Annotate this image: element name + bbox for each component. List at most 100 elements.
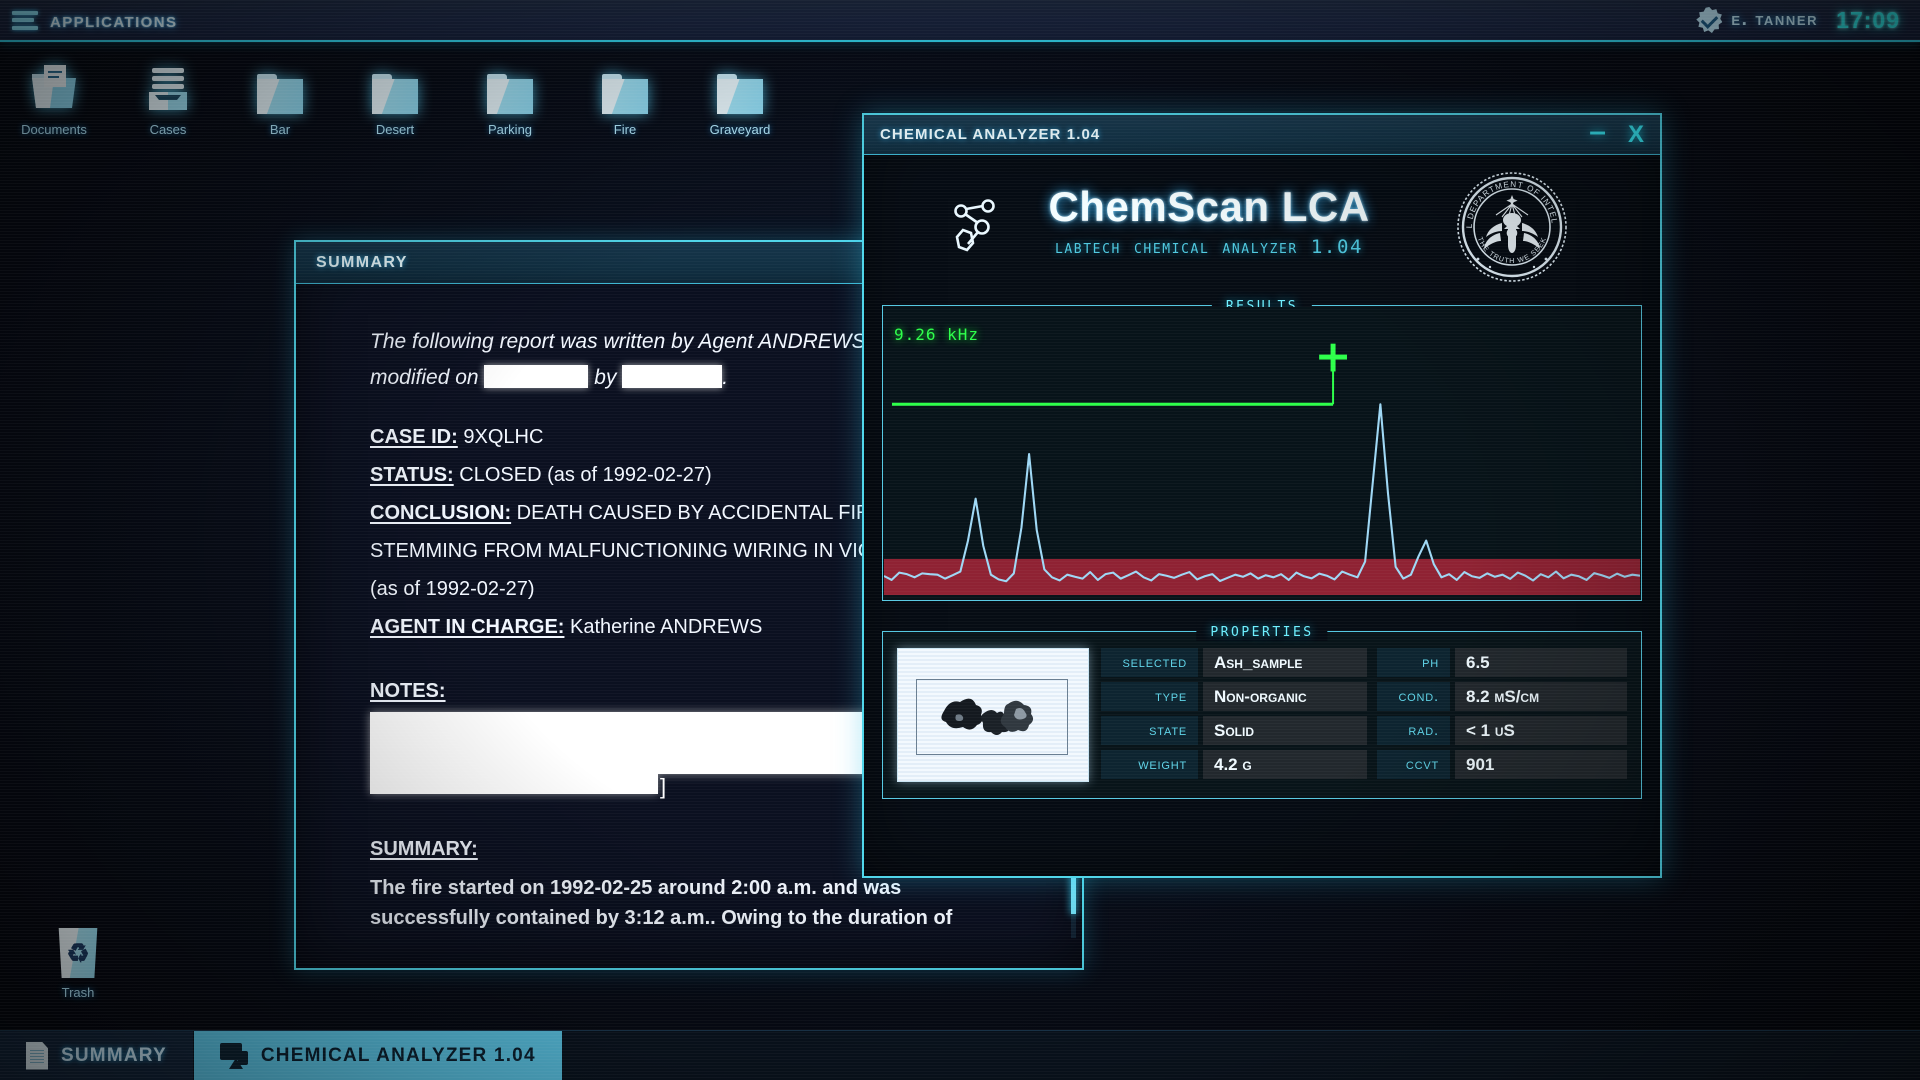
property-row-cond: COND. 8.2 mS/cm [1377, 682, 1627, 711]
field-value: DEATH CAUSED BY ACCIDENTAL FIR [516, 502, 871, 524]
field-label: AGENT IN CHARGE: [370, 616, 565, 638]
desktop-icon-label: Trash [61, 985, 95, 1000]
properties-inner: SELECTED Ash_sample TYPE Non-organic STA… [883, 632, 1641, 798]
property-key: RAD. [1377, 716, 1450, 745]
chem-window-title: CHEMICAL ANALYZER 1.04 [880, 126, 1101, 143]
verified-badge-icon [1696, 7, 1723, 33]
redacted-notes-1 [370, 712, 890, 774]
notes-bracket: ] [660, 774, 667, 799]
field-value: 9XQLHC [463, 426, 544, 448]
chemical-analyzer-window[interactable]: CHEMICAL ANALYZER 1.04 – X ChemScan LCA … [862, 113, 1662, 878]
report-intro-period: . [722, 366, 729, 389]
property-key: PH [1377, 648, 1450, 677]
chem-brand-title: ChemScan LCA [1048, 183, 1370, 230]
property-key: CCVT [1377, 750, 1450, 779]
results-panel: Results 9.26 kHz [882, 293, 1642, 601]
summary-window-title: SUMMARY [316, 253, 408, 271]
desktop-icon-label: Bar [269, 122, 291, 137]
taskbar-item-chemical-analyzer[interactable]: CHEMICAL ANALYZER 1.04 [193, 1031, 563, 1080]
property-value: 8.2 mS/cm [1455, 682, 1627, 711]
chem-brand-subtitle: LabTech Chemical Analyzer 1.04 [1054, 236, 1364, 258]
chem-brand-header: ChemScan LCA LabTech Chemical Analyzer 1… [864, 155, 1660, 287]
ash-fragments [941, 698, 1034, 735]
properties-column-right: PH 6.5 COND. 8.2 mS/cm RAD. < 1 uS CCV [1377, 648, 1627, 782]
properties-column-left: SELECTED Ash_sample TYPE Non-organic STA… [1101, 648, 1367, 782]
chem-brand-text: ChemScan LCA LabTech Chemical Analyzer 1… [994, 183, 1424, 258]
property-value: Solid [1203, 716, 1367, 745]
cases-tray-icon [116, 58, 220, 114]
property-row-weight: WEIGHT 4.2 g [1101, 750, 1367, 779]
chem-window-titlebar[interactable]: CHEMICAL ANALYZER 1.04 – X [864, 115, 1660, 155]
document-icon [26, 1041, 48, 1070]
user-name: E. Tanner [1731, 9, 1819, 30]
taskbar-item-summary[interactable]: SUMMARY [0, 1031, 194, 1080]
user-block[interactable]: E. Tanner [1696, 7, 1818, 33]
desktop-icon-fire[interactable]: Fire [573, 58, 677, 137]
property-value: 4.2 g [1203, 750, 1367, 779]
applications-menu-label[interactable]: Applications [50, 7, 177, 33]
chem-window-controls: – X [1589, 116, 1644, 150]
field-label: CONCLUSION: [370, 502, 512, 524]
field-value: CLOSED (as of 1992-02-27) [459, 464, 712, 486]
taskbar-item-label: CHEMICAL ANALYZER 1.04 [260, 1044, 536, 1066]
spectrum-chart-svg [884, 307, 1640, 599]
folder-icon [688, 58, 792, 114]
desktop-icon-trash[interactable]: ♻ Trash [28, 928, 128, 1000]
properties-panel: Properties SELECTED [882, 619, 1642, 799]
notes-redacted-block: ] [370, 712, 890, 799]
hamburger-bar [12, 10, 38, 15]
property-key: STATE [1101, 716, 1198, 745]
property-row-ccvt: CCVT 901 [1377, 750, 1627, 779]
taskbar: SUMMARY CHEMICAL ANALYZER 1.04 [0, 1030, 1920, 1080]
property-row-type: TYPE Non-organic [1101, 682, 1367, 711]
desktop-icon-desert[interactable]: Desert [343, 58, 447, 137]
folder-icon [343, 58, 447, 114]
hamburger-icon[interactable] [12, 10, 38, 30]
property-row-selected: SELECTED Ash_sample [1101, 648, 1367, 677]
property-key: TYPE [1101, 682, 1198, 711]
report-intro-modified-on: modified on [370, 366, 479, 389]
threshold-label: 9.26 kHz [894, 325, 980, 344]
report-intro-line1: The following report was written by Agen… [370, 330, 866, 353]
desktop-root: Applications E. Tanner 17:09 Docu [0, 0, 1920, 1080]
property-row-state: STATE Solid [1101, 716, 1367, 745]
summary-paragraph: The fire started on 1992-02-25 around 2:… [370, 873, 1082, 933]
field-value: Katherine ANDREWS [570, 616, 763, 638]
ash-sample-photo[interactable] [897, 648, 1089, 782]
property-value[interactable]: Ash_sample [1203, 648, 1367, 677]
taskbar-item-label: SUMMARY [61, 1044, 167, 1066]
desktop-icon-bar[interactable]: Bar [228, 58, 332, 137]
desktop-icon-graveyard[interactable]: Graveyard [688, 58, 792, 137]
folder-icon [228, 58, 332, 114]
desktop-icon-label: Desert [375, 122, 415, 137]
top-bar: Applications E. Tanner 17:09 [0, 0, 1920, 42]
hamburger-bar [12, 18, 34, 22]
desktop-icons: Documents Cases Bar Desert Parking Fire … [0, 52, 820, 172]
property-value: < 1 uS [1455, 716, 1627, 745]
redacted-date [484, 365, 589, 388]
property-value: 6.5 [1455, 648, 1627, 677]
close-button[interactable]: X [1628, 122, 1644, 147]
federal-seal-icon: FEDERAL DEPARTMENT OF INTELLIGENCE THE T… [1452, 164, 1568, 283]
desktop-icon-label: Cases [149, 122, 187, 137]
desktop-icon-cases[interactable]: Cases [116, 58, 220, 137]
field-label: CASE ID: [370, 426, 458, 448]
desktop-icon-label: Fire [613, 122, 637, 137]
analyzer-icon [219, 1042, 248, 1069]
analyzer-icon-box [237, 1050, 248, 1065]
redacted-name [622, 365, 723, 388]
desktop-icon-label: Documents [21, 122, 87, 137]
property-row-ph: PH 6.5 [1377, 648, 1627, 677]
desktop-icon-label: Graveyard [709, 122, 771, 137]
properties-grid: SELECTED Ash_sample TYPE Non-organic STA… [1101, 648, 1627, 782]
report-intro-by: by [594, 366, 617, 389]
desktop-icon-documents[interactable]: Documents [2, 58, 106, 137]
clock: 17:09 [1836, 6, 1900, 33]
recycle-bin-icon: ♻ [58, 928, 98, 978]
desktop-icon-label: Parking [487, 122, 533, 137]
desktop-icon-parking[interactable]: Parking [458, 58, 562, 137]
minimize-button[interactable]: – [1589, 116, 1606, 147]
property-key: WEIGHT [1101, 750, 1198, 779]
spectrum-chart[interactable]: 9.26 kHz [884, 307, 1640, 599]
documents-folder-icon [2, 58, 106, 114]
